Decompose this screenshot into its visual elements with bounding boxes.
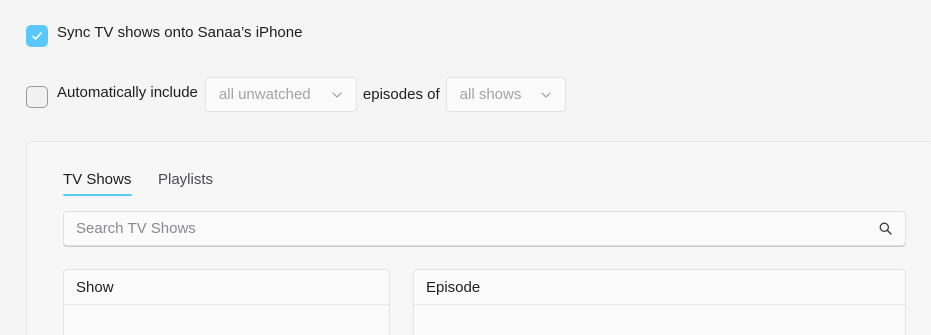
tv-shows-panel: TV Shows Playlists Search TV Shows Show … — [26, 141, 931, 335]
chevron-down-icon — [541, 91, 551, 98]
chevron-down-icon — [332, 91, 342, 98]
shows-select-value: all shows — [459, 86, 522, 103]
auto-include-row: Automatically include all unwatched epis… — [26, 77, 566, 112]
auto-include-checkbox[interactable] — [26, 86, 48, 108]
episodes-of-label: episodes of — [362, 86, 440, 103]
sync-label: Sync TV shows onto Sanaa’s iPhone — [57, 24, 303, 41]
sync-checkbox[interactable] — [26, 25, 48, 47]
active-tab-indicator — [63, 194, 132, 196]
checkmark-icon — [32, 32, 42, 40]
episodes-select[interactable]: all unwatched — [204, 77, 357, 112]
tab-tv-shows[interactable]: TV Shows — [63, 171, 131, 188]
show-table: Show — [63, 269, 390, 335]
search-input[interactable]: Search TV Shows — [76, 220, 196, 237]
sync-row: Sync TV shows onto Sanaa’s iPhone — [26, 24, 303, 47]
shows-select[interactable]: all shows — [445, 77, 566, 112]
tab-playlists[interactable]: Playlists — [158, 171, 213, 188]
auto-include-label: Automatically include — [57, 83, 198, 101]
search-field[interactable]: Search TV Shows — [63, 211, 906, 246]
search-icon — [879, 222, 892, 235]
episode-column-header[interactable]: Episode — [414, 270, 905, 305]
show-column-header[interactable]: Show — [64, 270, 389, 305]
episode-table: Episode — [413, 269, 906, 335]
episodes-select-value: all unwatched — [218, 86, 311, 103]
